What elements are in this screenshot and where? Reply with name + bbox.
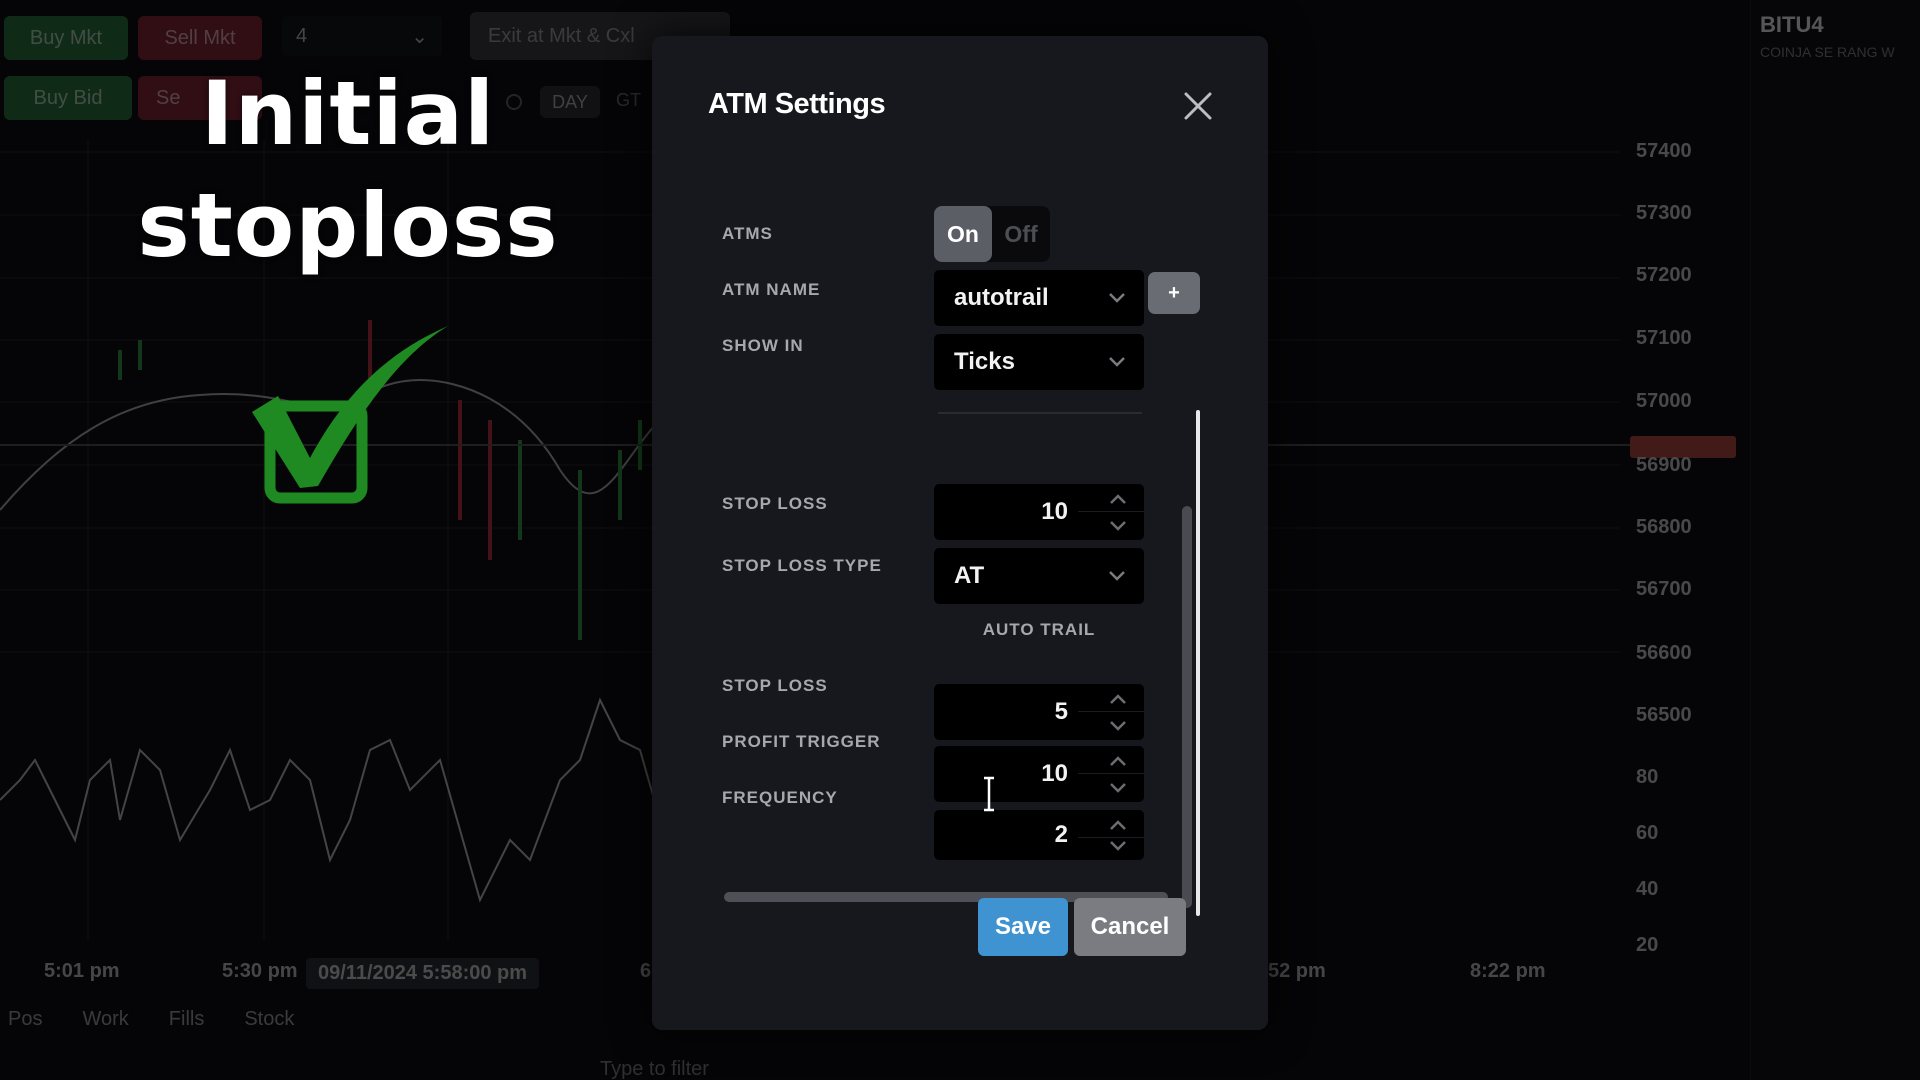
auto-trail-stop-loss-label: STOP LOSS <box>722 676 828 695</box>
chevron-down-icon <box>1109 571 1125 581</box>
time-axis-label: 52 pm <box>1268 960 1326 982</box>
tab-positions[interactable]: Pos <box>8 1008 42 1031</box>
sell-market-button[interactable]: Sell Mkt <box>138 16 262 60</box>
frequency-value: 2 <box>1054 821 1068 848</box>
price-axis-label: 57400 <box>1636 140 1692 162</box>
chevron-up-icon <box>1110 819 1126 830</box>
price-axis-label: 57300 <box>1636 202 1692 224</box>
chevron-down-icon: ⌄ <box>411 25 428 48</box>
atm-settings-dialog: ATM Settings ATMS On Off ATM NAME autotr… <box>652 36 1268 1030</box>
symbol-name: BITU4 <box>1760 12 1824 37</box>
time-axis-label: 8:22 pm <box>1470 960 1546 982</box>
caption-line-2: stoploss <box>137 174 559 277</box>
auto-trail-stop-loss-decrement[interactable] <box>1098 712 1138 738</box>
chevron-down-icon <box>1109 293 1125 303</box>
atms-on-option[interactable]: On <box>934 206 992 262</box>
atm-name-value: autotrail <box>954 284 1049 311</box>
chevron-up-icon <box>1110 493 1126 504</box>
time-axis-label: 5:30 pm <box>222 960 298 982</box>
stop-loss-input[interactable]: 10 <box>934 484 1144 540</box>
show-in-label: SHOW IN <box>722 336 804 355</box>
stop-loss-value: 10 <box>1041 498 1068 525</box>
oscillator-axis-label: 40 <box>1636 878 1659 900</box>
dialog-title: ATM Settings <box>708 88 886 120</box>
price-axis-label: 56600 <box>1636 642 1692 664</box>
profit-trigger-increment[interactable] <box>1098 748 1138 774</box>
vertical-scrollbar-thumb[interactable] <box>1182 506 1192 908</box>
video-caption: Initial stoploss <box>128 58 568 282</box>
buy-bid-button[interactable]: Buy Bid <box>4 76 132 120</box>
frequency-label: FREQUENCY <box>722 788 838 807</box>
atms-label: ATMS <box>722 224 773 243</box>
atms-off-option[interactable]: Off <box>992 206 1050 262</box>
oscillator-axis-label: 60 <box>1636 822 1659 844</box>
price-axis-label: 57100 <box>1636 327 1692 349</box>
chevron-down-icon <box>1110 520 1126 531</box>
stop-loss-label: STOP LOSS <box>722 494 828 513</box>
bottom-tabs: Pos Work Fills Stock <box>0 1008 294 1031</box>
green-checkmark-icon <box>252 326 448 504</box>
stop-loss-type-select[interactable]: AT <box>934 548 1144 604</box>
profit-trigger-input[interactable]: 10 <box>934 746 1144 802</box>
text-cursor-icon <box>984 776 994 812</box>
stop-loss-type-value: AT <box>954 562 985 589</box>
quantity-select[interactable]: 4 ⌄ <box>282 16 442 56</box>
oscillator-axis-label: 80 <box>1636 766 1659 788</box>
caption-line-1: Initial <box>200 62 496 165</box>
price-axis-label: 56700 <box>1636 578 1692 600</box>
right-watchlist-panel <box>1750 0 1920 1080</box>
crosshair-time-tooltip: 09/11/2024 5:58:00 pm <box>306 958 540 989</box>
atm-name-label: ATM NAME <box>722 280 821 299</box>
vertical-scrollbar-track[interactable] <box>1196 410 1200 916</box>
stop-loss-decrement[interactable] <box>1098 512 1138 538</box>
price-axis-label: 57200 <box>1636 264 1692 286</box>
auto-trail-heading: AUTO TRAIL <box>982 620 1096 639</box>
oscillator-axis-label: 20 <box>1636 934 1659 956</box>
atms-toggle[interactable]: On Off <box>934 206 1050 262</box>
chevron-down-icon <box>1110 720 1126 731</box>
auto-trail-stop-loss-increment[interactable] <box>1098 686 1138 712</box>
auto-trail-stop-loss-input[interactable]: 5 <box>934 684 1144 740</box>
chevron-up-icon <box>1110 693 1126 704</box>
time-axis-label: 5:01 pm <box>44 960 120 982</box>
save-button[interactable]: Save <box>978 898 1068 956</box>
quantity-value: 4 <box>296 24 308 47</box>
close-icon <box>1184 92 1212 120</box>
auto-trail-stop-loss-value: 5 <box>1054 698 1068 725</box>
price-axis-label: 56800 <box>1636 516 1692 538</box>
atm-name-select[interactable]: autotrail <box>934 270 1144 326</box>
stop-loss-increment[interactable] <box>1098 486 1138 512</box>
tab-stock[interactable]: Stock <box>244 1008 294 1031</box>
price-axis-label: 56900 <box>1636 454 1692 476</box>
show-in-value: Ticks <box>954 348 1015 375</box>
time-axis-label: 6 <box>640 960 652 982</box>
add-atm-button[interactable]: + <box>1148 272 1200 314</box>
frequency-input[interactable]: 2 <box>934 810 1144 860</box>
tif-gtc-button[interactable]: GT <box>616 90 641 111</box>
chevron-down-icon <box>1110 782 1126 793</box>
stop-loss-type-label: STOP LOSS TYPE <box>722 556 882 575</box>
symbol-description: COINJA SE RANG W <box>1760 44 1895 60</box>
chevron-down-icon <box>1110 840 1126 851</box>
price-axis-label: 57000 <box>1636 390 1692 412</box>
profit-trigger-decrement[interactable] <box>1098 774 1138 800</box>
profit-trigger-value: 10 <box>1041 760 1068 787</box>
frequency-decrement[interactable] <box>1098 832 1138 858</box>
section-divider <box>938 412 1142 414</box>
tab-working[interactable]: Work <box>82 1008 128 1031</box>
price-axis-label: 56500 <box>1636 704 1692 726</box>
buy-market-button[interactable]: Buy Mkt <box>4 16 128 60</box>
chevron-up-icon <box>1110 755 1126 766</box>
close-button[interactable] <box>1178 86 1218 126</box>
filter-input[interactable]: Type to filter <box>600 1058 709 1080</box>
cancel-button[interactable]: Cancel <box>1074 898 1186 956</box>
profit-trigger-label: PROFIT TRIGGER <box>722 732 881 751</box>
show-in-select[interactable]: Ticks <box>934 334 1144 390</box>
chevron-down-icon <box>1109 357 1125 367</box>
tab-fills[interactable]: Fills <box>169 1008 205 1031</box>
